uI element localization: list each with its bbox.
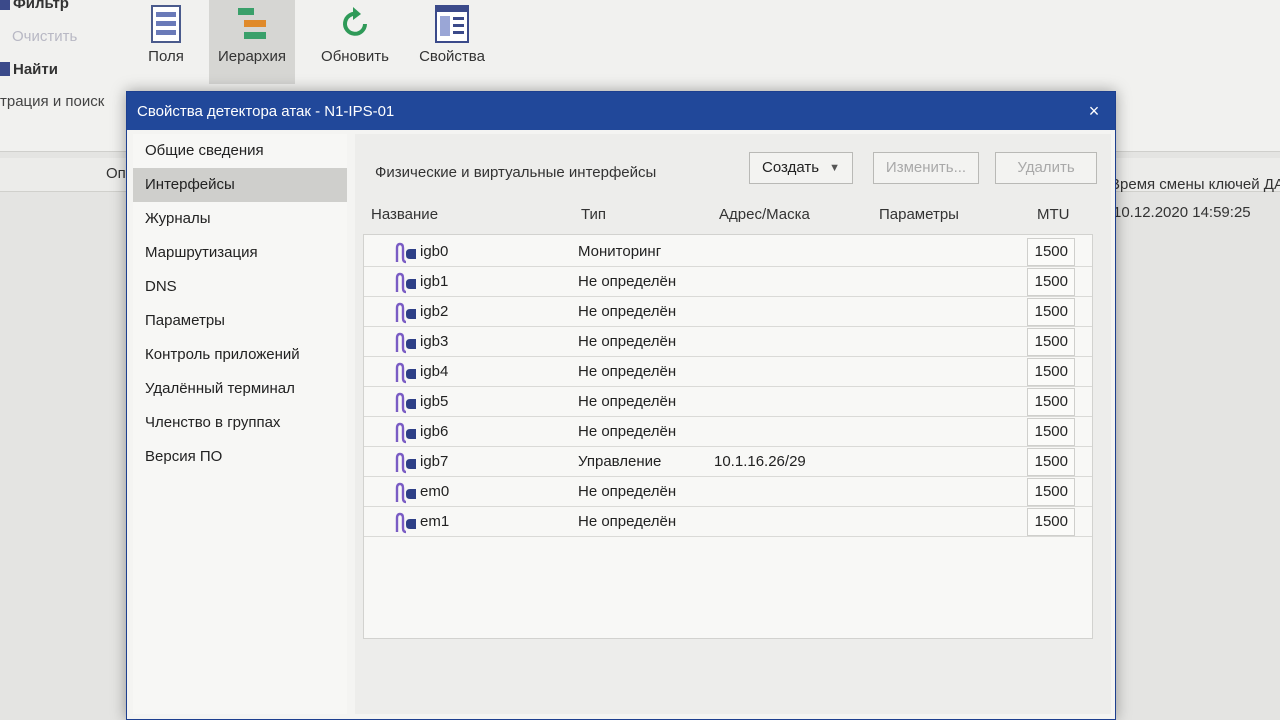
network-interface-icon [395, 482, 416, 504]
interface-name: igb7 [420, 453, 449, 470]
interface-mtu: 1500 [1027, 418, 1075, 446]
interface-type: Не определён [578, 423, 677, 440]
network-interface-icon [395, 302, 416, 324]
interface-type: Не определён [578, 363, 677, 380]
network-interface-icon [395, 332, 416, 354]
interface-name: em0 [420, 483, 450, 500]
find-command[interactable]: Найти [0, 61, 58, 78]
interface-type: Не определён [578, 333, 677, 350]
network-interface-icon [395, 362, 416, 384]
interfaces-panel: Физические и виртуальные интерфейсы Созд… [355, 134, 1111, 714]
interface-mtu: 1500 [1027, 508, 1075, 536]
filter-icon [0, 0, 10, 10]
interface-name: igb5 [420, 393, 449, 410]
nav-item-remote-terminal[interactable]: Удалённый терминал [133, 372, 347, 406]
fields-icon [151, 5, 181, 43]
interface-type: Управление [578, 453, 662, 470]
table-row[interactable]: em0 Не определён 1500 [364, 477, 1092, 507]
interface-name: igb0 [420, 243, 449, 260]
filter-command[interactable]: Фильтр [0, 0, 69, 12]
nav-item-logs[interactable]: Журналы [133, 202, 347, 236]
network-interface-icon [395, 422, 416, 444]
delete-button[interactable]: Удалить [995, 152, 1097, 184]
close-icon[interactable]: × [1083, 101, 1105, 122]
table-row[interactable]: igb0 Мониторинг 1500 [364, 237, 1092, 267]
dialog-nav: Общие сведения Интерфейсы Журналы Маршру… [133, 134, 347, 714]
interface-name: igb6 [420, 423, 449, 440]
clear-command[interactable]: Очистить [12, 28, 77, 45]
nav-item-general[interactable]: Общие сведения [133, 134, 347, 168]
nav-item-interfaces[interactable]: Интерфейсы [133, 168, 347, 202]
table-row[interactable]: igb6 Не определён 1500 [364, 417, 1092, 447]
interface-type: Не определён [578, 393, 677, 410]
table-row[interactable]: igb4 Не определён 1500 [364, 357, 1092, 387]
interface-mtu: 1500 [1027, 238, 1075, 266]
network-interface-icon [395, 272, 416, 294]
interface-mtu: 1500 [1027, 268, 1075, 296]
interface-address: 10.1.16.26/29 [714, 453, 806, 470]
table-row[interactable]: igb3 Не определён 1500 [364, 327, 1092, 357]
table-row[interactable]: igb5 Не определён 1500 [364, 387, 1092, 417]
table-row[interactable]: igb2 Не определён 1500 [364, 297, 1092, 327]
interface-name: em1 [420, 513, 450, 530]
interface-mtu: 1500 [1027, 328, 1075, 356]
column-header-params[interactable]: Параметры [879, 206, 959, 223]
background-cell-key-change-time: 10.12.2020 14:59:25 [1113, 204, 1251, 221]
interface-type: Не определён [578, 303, 677, 320]
table-row[interactable]: em1 Не определён 1500 [364, 507, 1092, 537]
nav-item-routing[interactable]: Маршрутизация [133, 236, 347, 270]
nav-item-dns[interactable]: DNS [133, 270, 347, 304]
dialog-titlebar[interactable]: Свойства детектора атак - N1-IPS-01 × [127, 92, 1115, 130]
interface-mtu: 1500 [1027, 478, 1075, 506]
interface-type: Не определён [578, 513, 677, 530]
column-header-mtu[interactable]: MTU [1037, 206, 1070, 223]
interface-mtu: 1500 [1027, 388, 1075, 416]
interface-type: Не определён [578, 483, 677, 500]
table-row[interactable]: igb7 Управление 10.1.16.26/29 1500 [364, 447, 1092, 477]
network-interface-icon [395, 452, 416, 474]
nav-item-parameters[interactable]: Параметры [133, 304, 347, 338]
section-title: Физические и виртуальные интерфейсы [375, 164, 657, 181]
interface-name: igb1 [420, 273, 449, 290]
interface-name: igb3 [420, 333, 449, 350]
nav-item-app-control[interactable]: Контроль приложений [133, 338, 347, 372]
network-interface-icon [395, 512, 416, 534]
nav-item-group-membership[interactable]: Членство в группах [133, 406, 347, 440]
fields-button[interactable]: Поля [123, 0, 209, 84]
hierarchy-button[interactable]: Иерархия [209, 0, 295, 84]
column-header-address[interactable]: Адрес/Маска [719, 206, 810, 223]
properties-button[interactable]: Свойства [409, 0, 495, 84]
background-column-key-change-time[interactable]: Время смены ключей ДА [1110, 176, 1280, 193]
nav-item-software-version[interactable]: Версия ПО [133, 440, 347, 474]
refresh-button[interactable]: Обновить [312, 0, 398, 84]
background-column-op[interactable]: Оп [106, 165, 126, 182]
refresh-icon [343, 7, 367, 36]
find-icon [0, 62, 10, 76]
edit-button[interactable]: Изменить... [873, 152, 979, 184]
interface-type: Не определён [578, 273, 677, 290]
network-interface-icon [395, 242, 416, 264]
interface-mtu: 1500 [1027, 448, 1075, 476]
create-button[interactable]: Создать ▼ [749, 152, 853, 184]
interface-mtu: 1500 [1027, 358, 1075, 386]
network-interface-icon [395, 392, 416, 414]
interface-name: igb2 [420, 303, 449, 320]
interface-name: igb4 [420, 363, 449, 380]
interfaces-table: igb0 Мониторинг 1500 igb1 Не определён 1500 ig… [363, 234, 1093, 639]
dialog-title: Свойства детектора атак - N1-IPS-01 [137, 102, 395, 120]
properties-dialog: Свойства детектора атак - N1-IPS-01 × Об… [126, 91, 1116, 720]
hierarchy-icon [238, 8, 266, 39]
filter-search-group-label: трация и поиск [0, 93, 105, 110]
interface-type: Мониторинг [578, 243, 662, 260]
column-header-name[interactable]: Название [371, 206, 438, 223]
column-header-type[interactable]: Тип [581, 206, 606, 223]
table-row[interactable]: igb1 Не определён 1500 [364, 267, 1092, 297]
properties-icon [435, 5, 469, 43]
interface-mtu: 1500 [1027, 298, 1075, 326]
dropdown-arrow-icon: ▼ [829, 162, 840, 174]
